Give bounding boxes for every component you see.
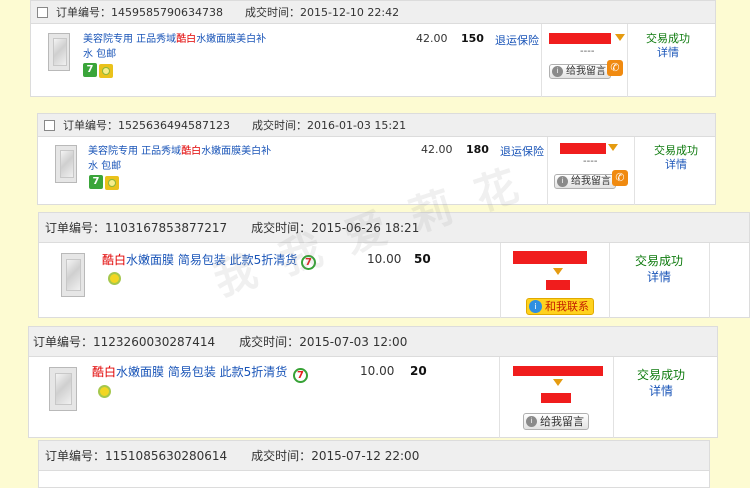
message-icon: i: [552, 66, 563, 77]
order-checkbox[interactable]: [44, 119, 55, 131]
order-card: 订单编号： 1151085630280614 成交时间： 2015-07-12 22…: [38, 440, 710, 488]
deal-time-label: 成交时间：: [239, 335, 300, 349]
unit-price: 10.00: [360, 364, 395, 378]
column-divider: [500, 243, 501, 318]
product-thumbnail[interactable]: [48, 33, 70, 71]
phone-icon[interactable]: ✆: [612, 170, 628, 186]
phone-placeholder: ----: [580, 46, 595, 57]
message-icon: i: [557, 176, 568, 187]
deal-time: 2015-12-10 22:42: [299, 5, 400, 19]
seven-day-return-icon[interactable]: 7: [301, 255, 316, 270]
filter-icon[interactable]: [615, 34, 625, 41]
order-status: 交易成功 详情: [629, 253, 689, 285]
order-number-label: 订单编号：: [56, 6, 111, 19]
column-divider: [627, 24, 628, 97]
order-card: 订单编号： 1459585790634738 成交时间： 2015-12-10 22…: [30, 0, 716, 97]
seven-day-return-icon[interactable]: 7: [83, 63, 97, 77]
chat-icon: i: [529, 300, 542, 313]
order-number-label: 订单编号：: [45, 449, 106, 463]
order-header: 订单编号： 1525636494587123 成交时间： 2016-01-03 15…: [38, 114, 715, 137]
order-status: 交易成功 详情: [631, 367, 691, 399]
unit-price: 42.00: [416, 32, 448, 45]
product-title[interactable]: 美容院专用 正品秀域酷白水嫩面膜美白补水 包邮: [88, 144, 273, 174]
order-number-label: 订单编号：: [33, 335, 94, 349]
detail-link[interactable]: 详情: [629, 269, 689, 285]
deal-time-label: 成交时间：: [251, 221, 312, 235]
column-divider: [709, 243, 710, 318]
message-icon: i: [526, 416, 537, 427]
contact-me-button[interactable]: i 和我联系: [526, 298, 594, 315]
product-thumbnail[interactable]: [55, 145, 77, 183]
guarantee-icon[interactable]: [108, 272, 121, 285]
detail-link[interactable]: 详情: [631, 383, 691, 399]
column-divider: [613, 357, 614, 438]
redacted-buyer-name: [560, 143, 606, 154]
deal-time: 2015-06-26 18:21: [311, 220, 420, 235]
order-status: 交易成功 详情: [650, 144, 702, 172]
seven-day-return-icon[interactable]: 7: [89, 175, 103, 189]
order-number: 1459585790634738: [111, 5, 223, 19]
return-insurance-link[interactable]: 退运保险: [495, 32, 539, 48]
order-number-label: 订单编号：: [45, 221, 106, 235]
redacted-buyer-info: [541, 393, 571, 403]
deal-time: 2016-01-03 15:21: [306, 118, 407, 132]
detail-link[interactable]: 详情: [650, 158, 702, 172]
redacted-buyer-name: [549, 33, 611, 44]
unit-price: 42.00: [421, 143, 453, 156]
guarantee-icon[interactable]: [105, 176, 119, 190]
order-checkbox[interactable]: [37, 6, 48, 18]
quantity: 150: [461, 32, 484, 45]
leave-message-button[interactable]: i 给我留言: [554, 174, 616, 189]
filter-icon[interactable]: [608, 144, 618, 151]
quantity: 20: [410, 364, 427, 378]
filter-icon[interactable]: [553, 268, 563, 275]
redacted-buyer-name: [513, 366, 603, 376]
column-divider: [634, 137, 635, 205]
redacted-buyer-info: [546, 280, 570, 290]
seven-day-return-icon[interactable]: 7: [293, 368, 308, 383]
deal-time-label: 成交时间：: [251, 449, 312, 463]
column-divider: [541, 24, 542, 97]
detail-link[interactable]: 详情: [643, 46, 693, 60]
deal-time-label: 成交时间：: [244, 6, 300, 19]
order-number: 1525636494587123: [118, 118, 230, 132]
order-number-label: 订单编号：: [63, 119, 118, 132]
quantity: 50: [414, 252, 431, 266]
product-thumbnail[interactable]: [61, 253, 85, 297]
product-title[interactable]: 酷白水嫩面膜 简易包装 此款5折清货: [102, 253, 297, 268]
phone-icon[interactable]: ✆: [607, 60, 623, 76]
column-divider: [547, 137, 548, 205]
order-number: 1103167853877217: [105, 220, 228, 235]
order-card: 订单编号： 1103167853877217 成交时间： 2015-06-26 18…: [38, 212, 750, 318]
order-card: 订单编号： 1123260030287414 成交时间： 2015-07-03 12…: [28, 326, 718, 438]
order-card: 订单编号： 1525636494587123 成交时间： 2016-01-03 15…: [37, 113, 716, 205]
order-status: 交易成功 详情: [643, 32, 693, 60]
deal-time: 2015-07-12 22:00: [311, 448, 420, 463]
deal-time-label: 成交时间：: [251, 119, 307, 132]
product-title[interactable]: 美容院专用 正品秀域酷白水嫩面膜美白补水 包邮: [83, 32, 268, 62]
leave-message-button[interactable]: i 给我留言: [549, 64, 611, 79]
guarantee-icon[interactable]: [99, 64, 113, 78]
phone-placeholder: ----: [583, 156, 598, 167]
order-header: 订单编号： 1123260030287414 成交时间： 2015-07-03 12…: [29, 327, 717, 357]
redacted-buyer-name: [513, 251, 587, 264]
guarantee-icon[interactable]: [98, 385, 111, 398]
column-divider: [499, 357, 500, 438]
unit-price: 10.00: [367, 252, 402, 266]
order-number: 1151085630280614: [105, 448, 228, 463]
filter-icon[interactable]: [553, 379, 563, 386]
order-number: 1123260030287414: [93, 334, 216, 349]
order-header: 订单编号： 1459585790634738 成交时间： 2015-12-10 22…: [31, 1, 715, 24]
return-insurance-link[interactable]: 退运保险: [500, 143, 544, 159]
product-thumbnail[interactable]: [49, 367, 77, 411]
product-title[interactable]: 酷白水嫩面膜 简易包装 此款5折清货: [92, 365, 287, 380]
leave-message-button[interactable]: i 给我留言: [523, 413, 589, 430]
quantity: 180: [466, 143, 489, 156]
deal-time: 2015-07-03 12:00: [299, 334, 408, 349]
column-divider: [609, 243, 610, 318]
order-header: 订单编号： 1151085630280614 成交时间： 2015-07-12 22…: [39, 441, 709, 471]
order-header: 订单编号： 1103167853877217 成交时间： 2015-06-26 18…: [39, 213, 749, 243]
